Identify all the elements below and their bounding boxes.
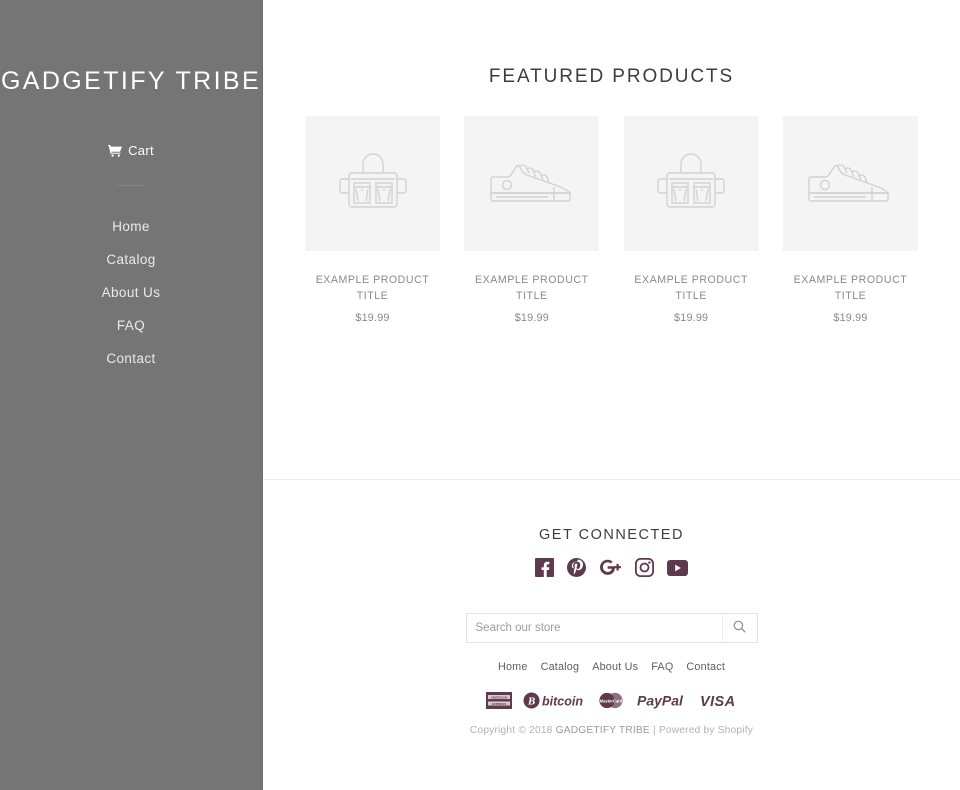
- product-thumbnail[interactable]: [623, 116, 759, 251]
- bag-icon: [655, 151, 727, 217]
- sidebar-nav: Home Catalog About Us FAQ Contact: [0, 210, 262, 375]
- product-thumbnail[interactable]: [782, 116, 918, 251]
- search-input[interactable]: [466, 614, 722, 642]
- bag-icon: [337, 151, 409, 217]
- product-card[interactable]: EXAMPLE PRODUCT TITLE $19.99: [305, 116, 440, 324]
- facebook-icon[interactable]: [535, 558, 554, 577]
- product-title: EXAMPLE PRODUCT TITLE: [475, 274, 589, 303]
- product-title: EXAMPLE PRODUCT TITLE: [793, 274, 908, 303]
- product-thumbnail[interactable]: [464, 116, 600, 251]
- svg-text:EXPRESS: EXPRESS: [491, 702, 506, 706]
- footer-link-faq[interactable]: FAQ: [651, 661, 673, 673]
- footer-link-contact[interactable]: Contact: [686, 661, 725, 673]
- payment-methods: AMERICAN EXPRESS B bitcoin MasterCard Pa…: [485, 692, 738, 709]
- footer-link-home[interactable]: Home: [498, 661, 528, 673]
- svg-text:B: B: [526, 696, 534, 708]
- site-footer: GET CONNECTED Search our store Home Cata…: [263, 479, 960, 790]
- product-price: $19.99: [833, 311, 868, 324]
- sidebar-divider: [116, 185, 146, 186]
- featured-products-section: FEATURED PRODUCTS EXAMPLE PRODUCT TITLE …: [263, 0, 960, 479]
- sidebar-item-contact[interactable]: Contact: [0, 342, 262, 375]
- search-bar: [465, 613, 758, 643]
- product-title: EXAMPLE PRODUCT TITLE: [315, 274, 430, 303]
- search-icon: [733, 620, 746, 636]
- sidebar-item-home[interactable]: Home: [0, 210, 262, 243]
- bitcoin-icon: B bitcoin: [523, 692, 585, 709]
- svg-text:AMERICAN: AMERICAN: [490, 695, 507, 699]
- footer-link-catalog[interactable]: Catalog: [541, 661, 580, 673]
- youtube-icon[interactable]: [667, 559, 688, 576]
- product-card[interactable]: EXAMPLE PRODUCT TITLE $19.99: [623, 116, 759, 324]
- sidebar-item-faq[interactable]: FAQ: [0, 309, 262, 342]
- copyright-brand[interactable]: GADGETIFY TRIBE: [556, 725, 650, 736]
- google-plus-icon[interactable]: [599, 558, 622, 577]
- storefront-page: GADGETIFY TRIBE Cart Home Catalog About …: [0, 0, 960, 790]
- shopping-cart-icon: [108, 144, 123, 157]
- product-price: $19.99: [514, 311, 549, 324]
- sidebar-item-about-us[interactable]: About Us: [0, 276, 262, 309]
- get-connected-title: GET CONNECTED: [539, 527, 684, 543]
- sidebar: GADGETIFY TRIBE Cart Home Catalog About …: [0, 0, 263, 790]
- main-column: FEATURED PRODUCTS EXAMPLE PRODUCT TITLE …: [263, 0, 960, 790]
- page-title: FEATURED PRODUCTS: [488, 66, 735, 87]
- copyright-prefix: Copyright © 2018: [469, 725, 556, 736]
- pinterest-icon[interactable]: [567, 558, 586, 577]
- paypal-icon: PayPal: [637, 692, 689, 709]
- footer-nav: Home Catalog About Us FAQ Contact: [498, 661, 725, 673]
- shoe-icon: [804, 153, 896, 215]
- american-express-icon: AMERICAN EXPRESS: [485, 692, 512, 709]
- copyright-suffix: | Powered by Shopify: [649, 725, 754, 736]
- sidebar-item-catalog[interactable]: Catalog: [0, 243, 262, 276]
- instagram-icon[interactable]: [635, 558, 654, 577]
- copyright-text: Copyright © 2018 GADGETIFY TRIBE | Power…: [470, 725, 753, 736]
- product-price: $19.99: [674, 311, 709, 324]
- product-title: EXAMPLE PRODUCT TITLE: [634, 274, 748, 303]
- shoe-icon: [486, 153, 578, 215]
- site-brand-title[interactable]: GADGETIFY TRIBE: [1, 66, 261, 96]
- product-card[interactable]: EXAMPLE PRODUCT TITLE $19.99: [464, 116, 600, 324]
- search-button[interactable]: [721, 614, 757, 642]
- cart-label: Cart: [128, 143, 154, 158]
- footer-link-about-us[interactable]: About Us: [592, 661, 638, 673]
- product-grid: EXAMPLE PRODUCT TITLE $19.99 EXAMPLE PRO…: [305, 116, 918, 324]
- svg-text:bitcoin: bitcoin: [542, 695, 583, 709]
- svg-text:VISA: VISA: [700, 694, 735, 709]
- cart-link[interactable]: Cart: [108, 143, 154, 158]
- product-price: $19.99: [355, 311, 390, 324]
- svg-text:PayPal: PayPal: [637, 693, 684, 709]
- visa-icon: VISA: [700, 692, 738, 709]
- product-thumbnail[interactable]: [305, 116, 440, 251]
- mastercard-icon: MasterCard: [596, 692, 626, 709]
- product-card[interactable]: EXAMPLE PRODUCT TITLE $19.99: [782, 116, 918, 324]
- svg-text:MasterCard: MasterCard: [599, 699, 622, 704]
- social-links: [535, 558, 688, 577]
